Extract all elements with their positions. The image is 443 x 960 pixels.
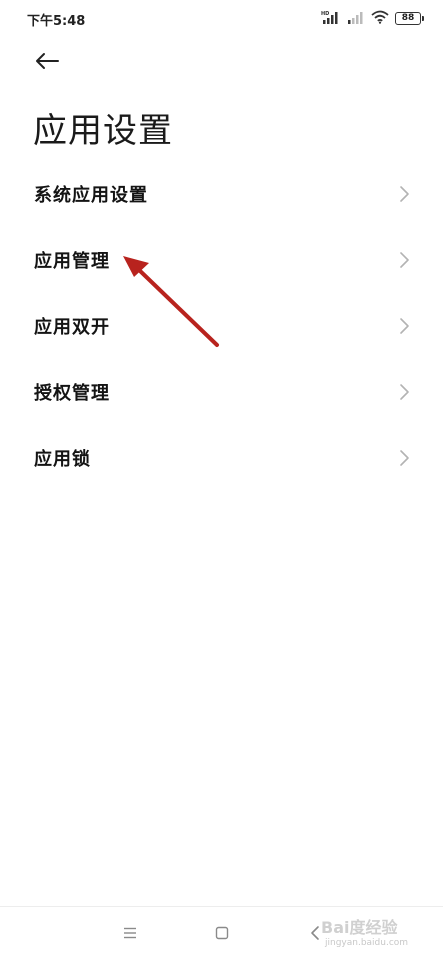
chevron-right-icon [400, 252, 409, 268]
watermark-logo: Bai度经验 [321, 918, 398, 937]
back-arrow-icon [34, 52, 60, 74]
list-item-label: 应用锁 [34, 449, 91, 470]
battery-icon: 88 [395, 12, 424, 25]
watermark: Bai度经验 jingyan.baidu.com [321, 912, 413, 952]
settings-list: 系统应用设置 应用管理 应用双开 授权管理 应用锁 [0, 161, 443, 491]
home-button[interactable] [210, 921, 234, 945]
chevron-right-icon [400, 450, 409, 466]
list-item-permissions[interactable]: 授权管理 [0, 359, 443, 425]
chevron-right-icon [400, 186, 409, 202]
back-button[interactable] [30, 48, 64, 78]
svg-text:HD: HD [321, 11, 329, 17]
chevron-right-icon [400, 318, 409, 334]
home-icon [215, 926, 229, 940]
status-time: 下午5:48 [27, 14, 86, 29]
back-icon [311, 926, 319, 940]
list-item-label: 应用管理 [34, 251, 110, 272]
list-item-label: 应用双开 [34, 317, 110, 338]
status-bar: 下午5:48 HD 88 [0, 0, 443, 38]
status-icons: HD 88 [321, 9, 424, 28]
list-item-label: 系统应用设置 [34, 185, 148, 206]
hd-signal-icon: HD [321, 9, 341, 28]
watermark-url: jingyan.baidu.com [325, 938, 409, 948]
list-item-dual-apps[interactable]: 应用双开 [0, 293, 443, 359]
menu-icon [124, 927, 136, 939]
list-item-system-app-settings[interactable]: 系统应用设置 [0, 161, 443, 227]
page-title: 应用设置 [33, 111, 173, 151]
menu-button[interactable] [118, 921, 142, 945]
list-item-app-lock[interactable]: 应用锁 [0, 425, 443, 491]
chevron-right-icon [400, 384, 409, 400]
battery-level: 88 [401, 13, 415, 23]
wifi-icon [371, 9, 389, 28]
signal-icon [347, 9, 365, 28]
list-item-label: 授权管理 [34, 383, 110, 404]
list-item-app-management[interactable]: 应用管理 [0, 227, 443, 293]
